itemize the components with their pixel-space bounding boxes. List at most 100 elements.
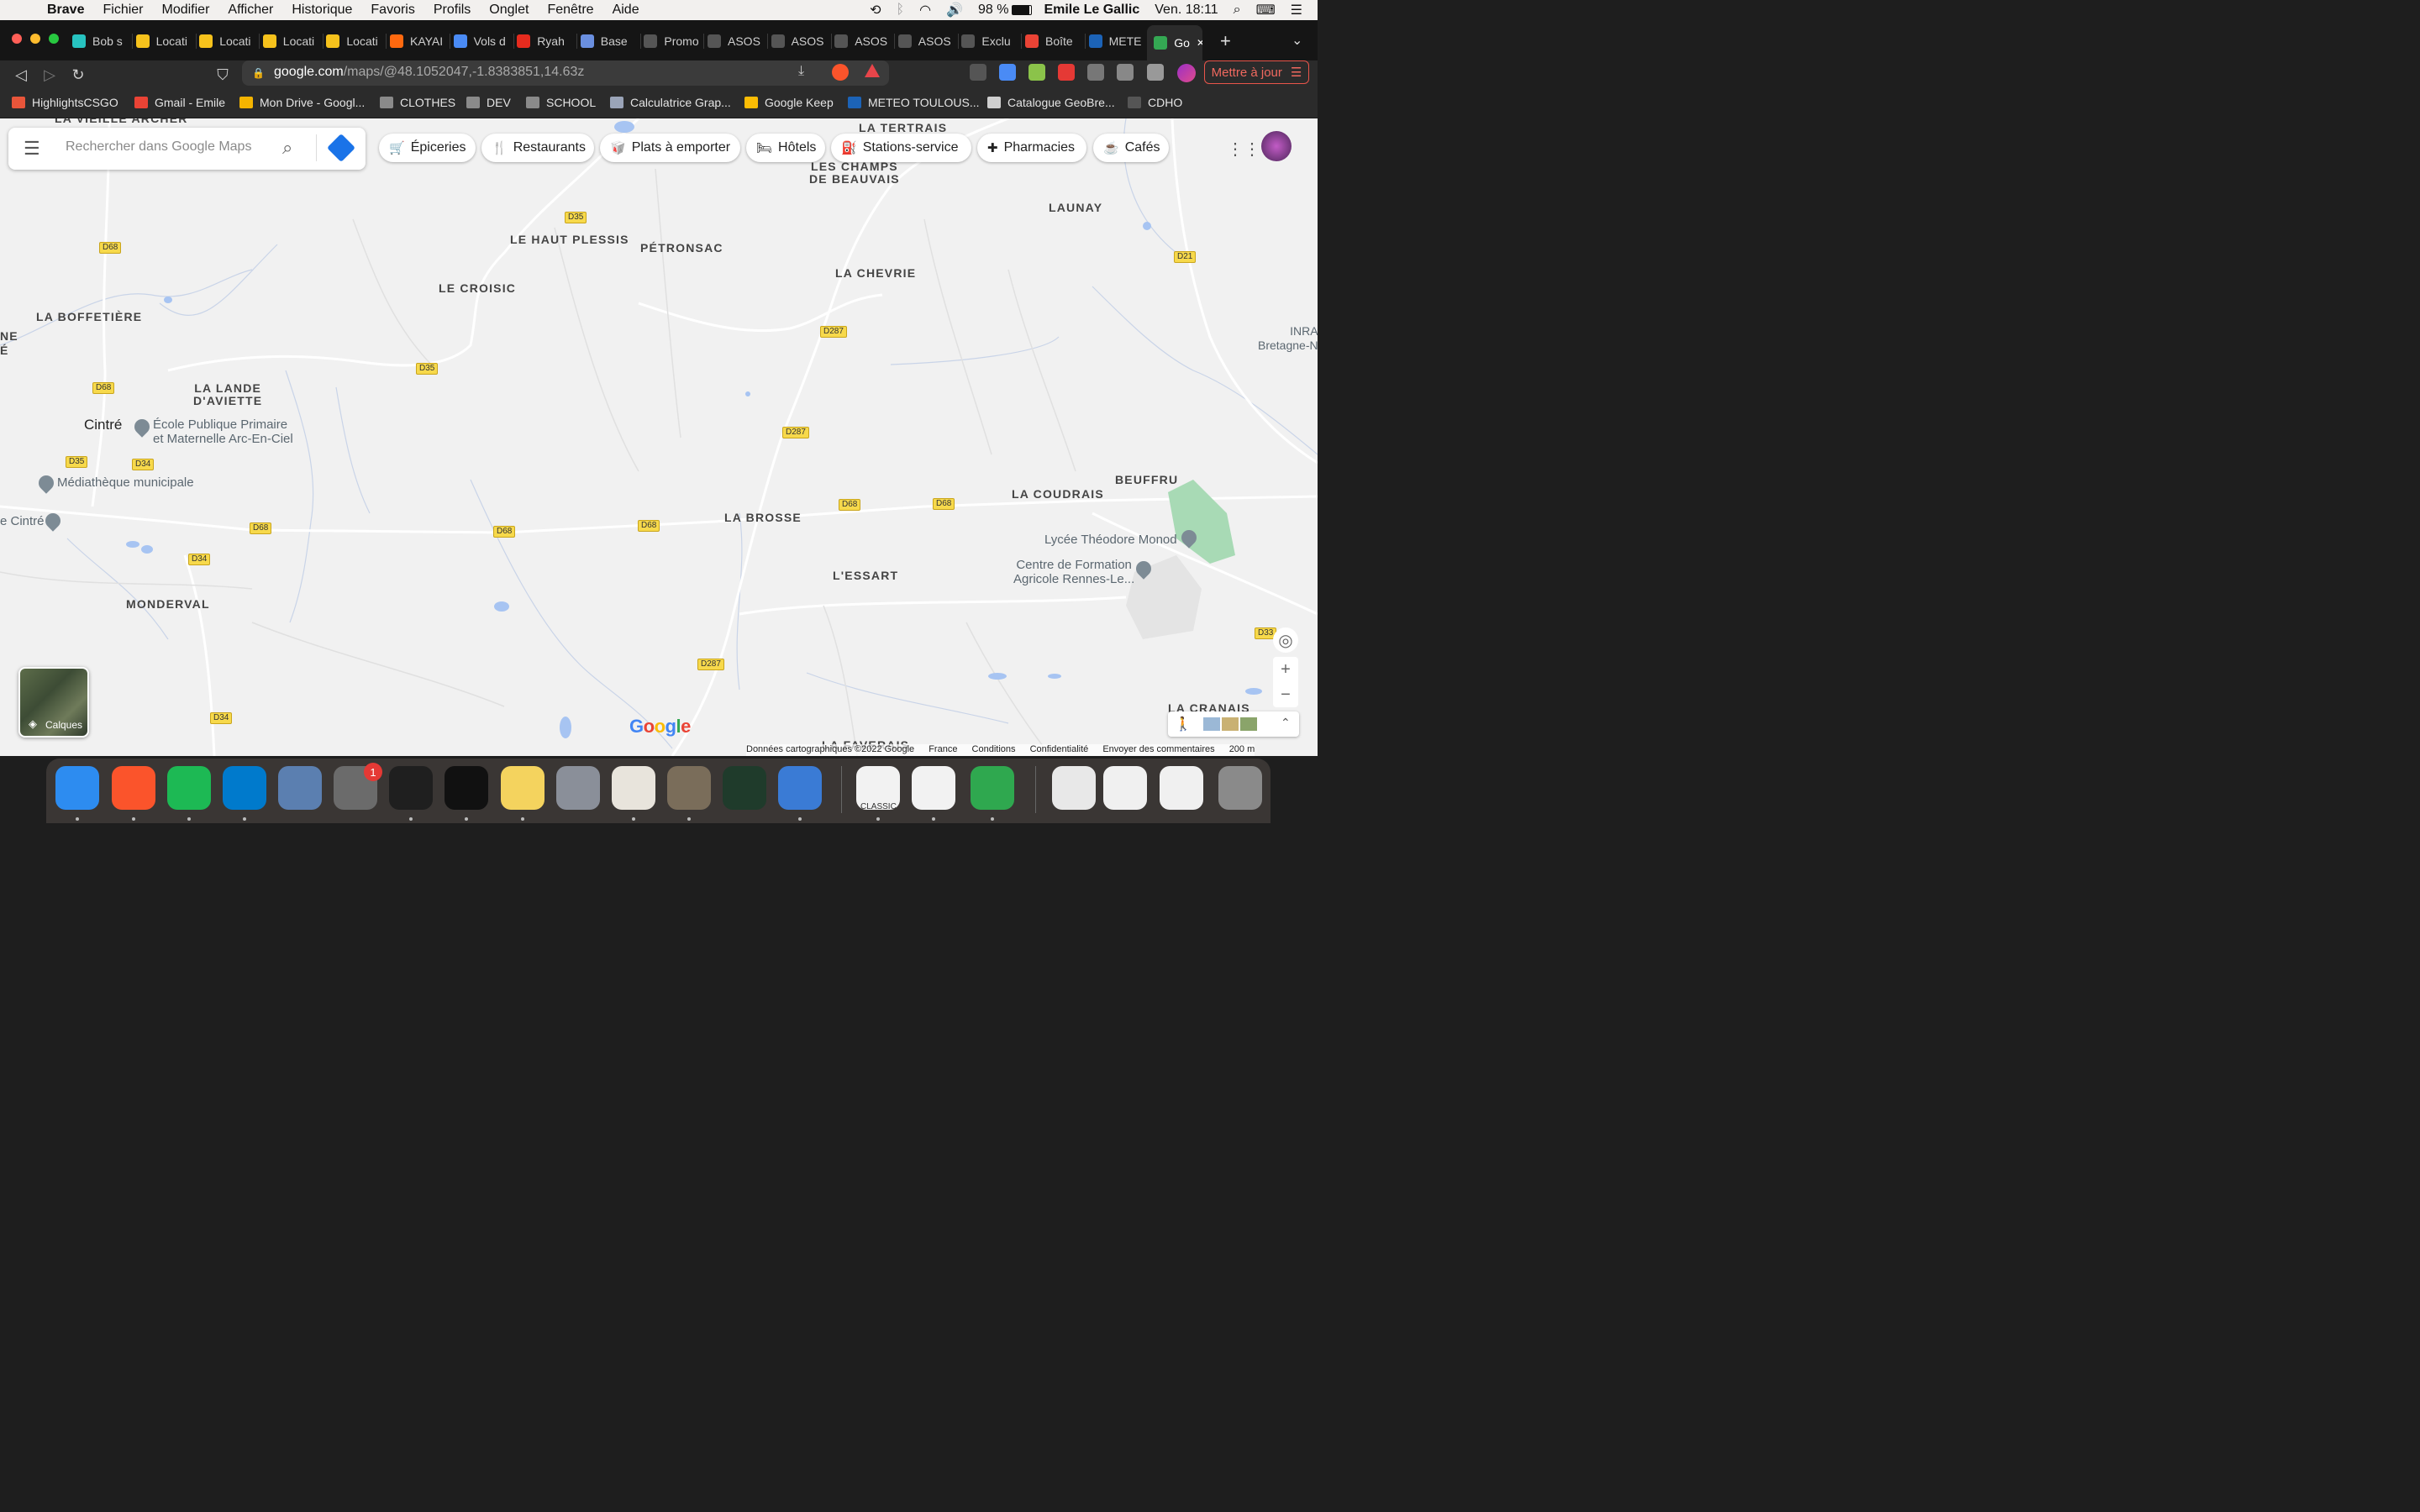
forward-button[interactable]: ▷	[39, 64, 60, 86]
clock[interactable]: Ven. 18:11	[1155, 3, 1218, 18]
bluetooth-icon[interactable]: ᛒ	[896, 3, 904, 18]
imagery-strip[interactable]: 🚶 ⌃	[1168, 711, 1299, 737]
poi-e-cintre[interactable]: e Cintré	[0, 514, 45, 528]
tab-8[interactable]: Ryah	[517, 29, 573, 54]
wallet-icon[interactable]	[1147, 64, 1164, 81]
lock-icon[interactable]: 🔒	[252, 67, 265, 79]
dock-geogebra-icon[interactable]	[912, 766, 955, 810]
extensions-puzzle-icon[interactable]	[1117, 64, 1134, 81]
user-name[interactable]: Emile Le Gallic	[1044, 3, 1139, 18]
tab-16[interactable]: Boîte	[1025, 29, 1081, 54]
chip-fork-knife[interactable]: 🍴 Restaurants	[481, 134, 594, 162]
menu-favoris[interactable]: Favoris	[371, 3, 414, 18]
menu-historique[interactable]: Historique	[292, 3, 352, 18]
pegman-icon[interactable]: 🚶	[1175, 716, 1192, 732]
chip-pharmacy[interactable]: ✚ Pharmacies	[977, 134, 1086, 162]
chip-cart[interactable]: 🛒 Épiceries	[379, 134, 476, 162]
layers-button[interactable]: ◈ Calques	[18, 667, 89, 738]
attribution-feedback[interactable]: Envoyer des commentaires	[1102, 744, 1214, 754]
poi-inra[interactable]: INRA Bretagne-N	[1258, 324, 1318, 353]
extension-badge-icon[interactable]	[1058, 64, 1075, 81]
profile-avatar[interactable]	[1177, 64, 1196, 82]
wifi-icon[interactable]: ◠	[919, 2, 931, 18]
zoom-out-button[interactable]: −	[1273, 682, 1298, 707]
menu-modifier[interactable]: Modifier	[162, 3, 210, 18]
bookmark-item[interactable]: CDHO	[1128, 94, 1182, 111]
tab-12[interactable]: ASOS	[771, 29, 828, 54]
place-la-tertrais[interactable]: LA TERTRAIS	[859, 121, 947, 134]
scale-label[interactable]: 200 m	[1229, 744, 1255, 754]
chip-coffee[interactable]: ☕ Cafés	[1093, 134, 1169, 162]
tab-10[interactable]: Promo	[644, 29, 700, 54]
control-center-icon[interactable]: ☰	[1291, 2, 1302, 18]
place-la-chevrie[interactable]: LA CHEVRIE	[835, 266, 916, 280]
dock-notes-icon[interactable]	[501, 766, 544, 810]
bookmark-icon[interactable]: ⛉	[212, 64, 234, 86]
bookmark-item[interactable]: Catalogue GeoBre...	[987, 94, 1115, 111]
menu-fichier[interactable]: Fichier	[103, 3, 143, 18]
poi-mediatheque[interactable]: Médiathèque municipale	[57, 475, 194, 490]
tab-14[interactable]: ASOS	[897, 29, 955, 54]
minimize-window-button[interactable]	[30, 34, 40, 44]
bookmark-item[interactable]: DEV	[466, 94, 511, 111]
bookmark-item[interactable]: HighlightsCSGO	[12, 94, 118, 111]
chevron-up-icon[interactable]: ⌃	[1281, 716, 1291, 730]
tab-6[interactable]: KAYAI	[390, 29, 446, 54]
imagery-thumb[interactable]	[1222, 717, 1239, 731]
tab-11[interactable]: ASOS	[708, 29, 764, 54]
place-lessart[interactable]: L'ESSART	[833, 569, 898, 582]
place-la-lande-daviette[interactable]: LA LANDE D'AVIETTE	[193, 382, 262, 407]
back-button[interactable]: ◁	[10, 64, 32, 86]
app-menu-brave[interactable]: Brave	[47, 3, 84, 18]
dock-visual-studio-code-icon[interactable]	[223, 766, 266, 810]
tab-17[interactable]: METE	[1088, 29, 1145, 54]
dock-capture-icon[interactable]	[1103, 766, 1147, 810]
keyboard-input-icon[interactable]: ⌨	[1256, 2, 1276, 18]
poi-lycee[interactable]: Lycée Théodore Monod	[1044, 533, 1177, 547]
tab-7[interactable]: Vols d	[453, 29, 510, 54]
place-petronsac[interactable]: PÉTRONSAC	[640, 241, 723, 255]
time-machine-icon[interactable]: ⟲	[870, 2, 881, 18]
camera-icon[interactable]	[1087, 64, 1104, 81]
new-tab-button[interactable]: +	[1220, 30, 1231, 52]
place-la-boffetiere[interactable]: LA BOFFETIÈRE	[36, 310, 142, 323]
dock-brave-icon[interactable]	[112, 766, 155, 810]
bookmark-item[interactable]: METEO TOULOUS...	[848, 94, 980, 111]
tab-18[interactable]: Go ✕	[1147, 25, 1203, 60]
google-apps-grid-icon[interactable]: ⋮⋮	[1227, 139, 1260, 160]
place-launay[interactable]: LAUNAY	[1049, 201, 1102, 214]
menu-onglet[interactable]: Onglet	[489, 3, 529, 18]
tab-9[interactable]: Base	[580, 29, 637, 54]
bookmark-item[interactable]: Google Keep	[744, 94, 834, 111]
poi-centre-formation[interactable]: Centre de Formation Agricole Rennes-Le..…	[1013, 558, 1134, 586]
tab-15[interactable]: Exclu	[961, 29, 1018, 54]
maximize-window-button[interactable]	[49, 34, 59, 44]
dock-mail-icon[interactable]	[278, 766, 322, 810]
place-la-vieille-archer[interactable]: LA VIEILLE ARCHER	[55, 118, 188, 125]
tab-13[interactable]: ASOS	[834, 29, 891, 54]
attribution-france[interactable]: France	[929, 744, 957, 754]
place-le-haut-plessis[interactable]: LE HAUT PLESSIS	[510, 233, 629, 246]
tab-3[interactable]: Locati	[199, 29, 255, 54]
dock-document-icon[interactable]	[1052, 766, 1096, 810]
menu-afficher[interactable]: Afficher	[228, 3, 273, 18]
brave-shields-icon[interactable]	[832, 64, 849, 81]
place-beuffru[interactable]: BEUFFRU	[1115, 473, 1178, 486]
tab-5[interactable]: Locati	[326, 29, 382, 54]
update-button[interactable]: Mettre à jour ☰	[1204, 60, 1309, 84]
imagery-thumb[interactable]	[1203, 717, 1220, 731]
dock-capture-icon[interactable]	[1160, 766, 1203, 810]
bookmark-item[interactable]: Calculatrice Grap...	[610, 94, 731, 111]
chip-bed[interactable]: 🛏 Hôtels	[746, 134, 825, 162]
hamburger-menu-icon[interactable]: ☰	[24, 138, 40, 160]
bookmark-item[interactable]: SCHOOL	[526, 94, 596, 111]
dock-gimp-icon[interactable]	[667, 766, 711, 810]
menu-aide[interactable]: Aide	[613, 3, 639, 18]
search-icon[interactable]: ⌕	[282, 137, 292, 159]
install-app-icon[interactable]: ⤓	[798, 64, 804, 79]
place-ne-edge[interactable]: NE É	[0, 329, 18, 358]
dock-terminal-icon[interactable]	[445, 766, 488, 810]
maps-search-input[interactable]: Rechercher dans Google Maps	[66, 139, 251, 155]
spotlight-search-icon[interactable]: ⌕	[1234, 3, 1241, 18]
dock-keynote-icon[interactable]	[778, 766, 822, 810]
